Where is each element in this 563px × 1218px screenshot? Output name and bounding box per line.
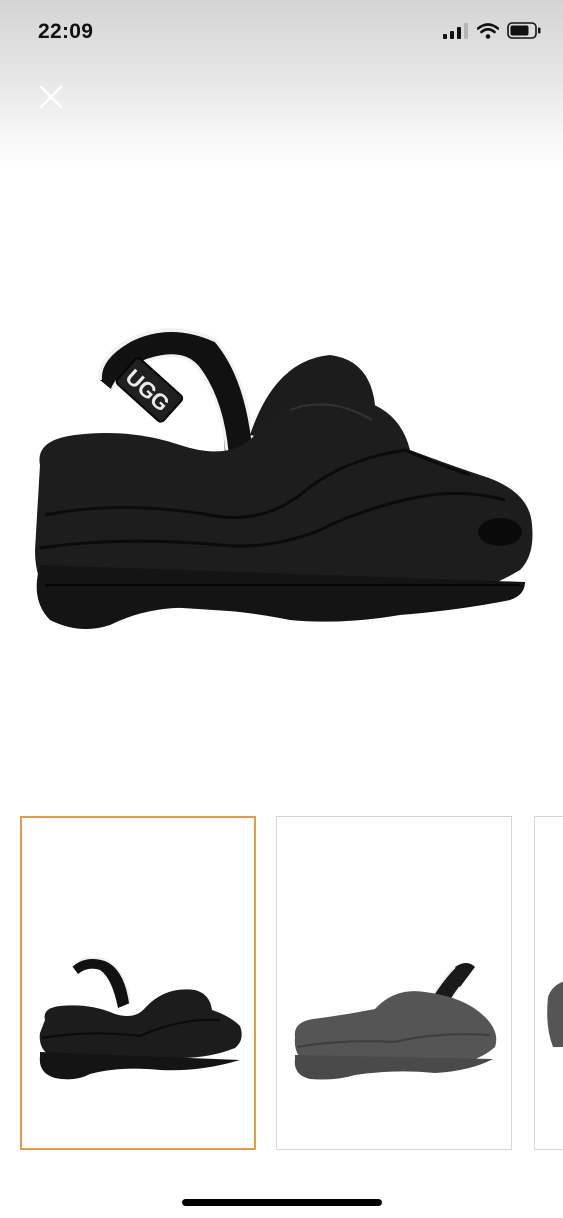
- close-button[interactable]: [34, 80, 68, 114]
- thumbnail-2[interactable]: [276, 816, 512, 1150]
- status-bar: 22:09: [0, 0, 563, 64]
- battery-icon: [507, 22, 541, 39]
- status-icons: [443, 22, 541, 39]
- thumbnail-image-grey: [294, 963, 497, 1080]
- wifi-icon: [477, 22, 499, 39]
- thumbnail-1[interactable]: [20, 816, 256, 1150]
- close-icon: [39, 85, 63, 109]
- status-time: 22:09: [38, 20, 94, 43]
- thumbnail-image-grey-partial: [547, 981, 563, 1047]
- home-indicator[interactable]: [182, 1199, 382, 1206]
- thumbnail-strip[interactable]: [0, 816, 563, 1154]
- thumbnail-image-black: [39, 957, 242, 1080]
- product-main-image[interactable]: UGG: [0, 300, 563, 660]
- signal-icon: [443, 22, 468, 39]
- thumbnail-3[interactable]: [534, 816, 563, 1150]
